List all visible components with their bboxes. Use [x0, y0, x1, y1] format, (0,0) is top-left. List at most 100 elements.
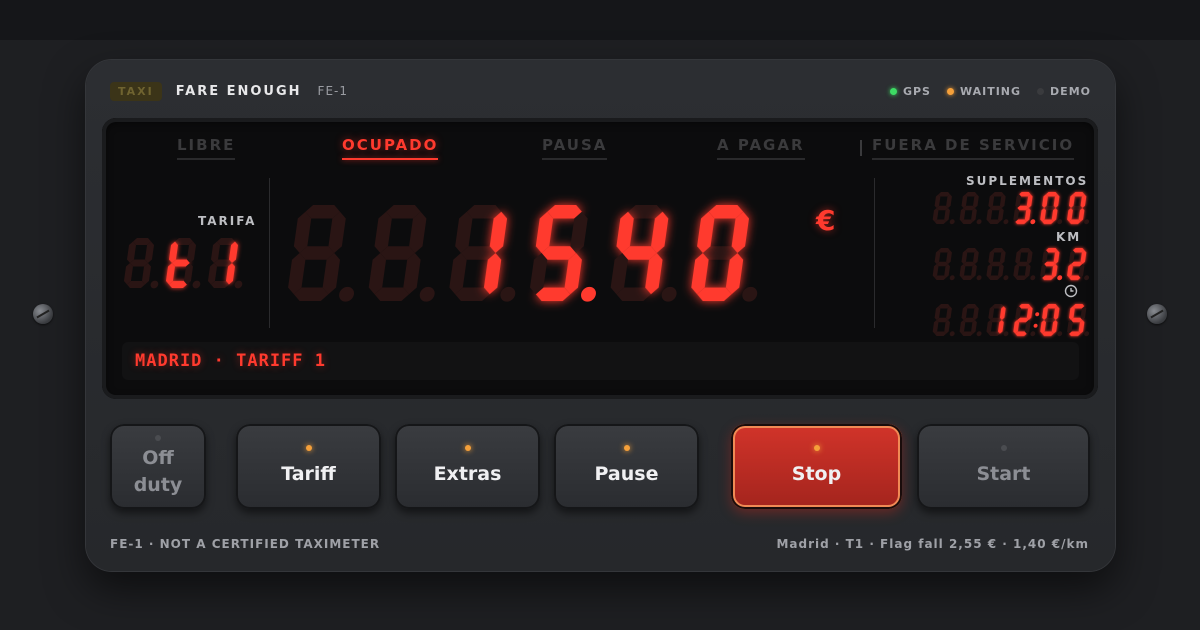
time-display-digit: [1040, 304, 1063, 337]
decimal-point: [500, 286, 516, 302]
off-duty-button[interactable]: Off duty: [110, 424, 206, 509]
button-label: Extras: [433, 463, 502, 485]
divider-right: [874, 178, 875, 328]
fare-display-digit: [368, 205, 435, 302]
status-label: DEMO: [1050, 84, 1091, 98]
supplements-label: SUPLEMENTOS: [966, 174, 1089, 188]
decimal-point: [661, 286, 677, 302]
km-label: KM: [1056, 230, 1082, 244]
km-display-digit: [986, 248, 1009, 281]
colon-dot: [1035, 312, 1040, 317]
tariff-led: [305, 445, 312, 451]
decimal-point: [1003, 275, 1009, 281]
decimal-point: [581, 286, 596, 302]
supplements-display-digit: [1013, 192, 1036, 225]
status-demo: DEMO: [1037, 85, 1091, 98]
model-name: FE-1: [317, 84, 348, 98]
status-label: GPS: [902, 84, 931, 98]
stop-led: [813, 445, 820, 451]
supplements-display: [932, 192, 1090, 225]
decimal-point: [1084, 219, 1090, 225]
extras-led: [464, 445, 471, 451]
gps-dot: [889, 87, 897, 95]
km-display-digit: [1067, 248, 1090, 281]
device-header: TAXI FARE ENOUGH FE-1 GPS WAITING DEMO: [110, 80, 1091, 102]
decimal-point: [976, 219, 982, 225]
decimal-point: [339, 286, 355, 302]
decimal-point: [234, 280, 243, 289]
tariff-label: TARIFA: [198, 214, 257, 228]
tariff-display-digit: [207, 238, 243, 289]
km-display-digit: [1013, 248, 1036, 281]
decimal-point: [949, 219, 955, 225]
tab-ocupado[interactable]: OCUPADO: [342, 136, 439, 160]
state-tabs: LIBRE OCUPADO PAUSA A PAGAR FUERA DE SER…: [102, 136, 1098, 166]
status-indicators: GPS WAITING DEMO: [889, 84, 1091, 98]
decimal-point: [1057, 331, 1063, 337]
brand-name: FARE ENOUGH: [175, 83, 302, 99]
currency-symbol: €: [816, 204, 836, 237]
time-display: [932, 304, 1090, 337]
fare-display-digit: [288, 205, 355, 302]
fare-display: [288, 205, 758, 302]
off-duty-led: [155, 434, 161, 441]
button-label: Off duty: [133, 446, 183, 496]
time-display-digit: [932, 304, 955, 337]
waiting-dot: [946, 87, 954, 95]
colon-dot: [1033, 323, 1038, 328]
right-screw: [1147, 304, 1167, 324]
km-display-digit: [932, 248, 955, 281]
tariff-button[interactable]: Tariff: [236, 424, 381, 509]
tariff-display-digit: [165, 238, 201, 289]
fare-display-digit: [691, 205, 758, 302]
button-label: Tariff: [281, 463, 336, 485]
footer-tariff-info: Madrid · T1 · Flag fall 2,55 € · 1,40 €/…: [776, 537, 1089, 551]
decimal-point: [1003, 219, 1009, 225]
demo-dot: [1037, 87, 1045, 95]
tab-libre[interactable]: LIBRE: [177, 136, 236, 160]
time-display-digit: [959, 304, 982, 337]
taximeter-device: TAXI FARE ENOUGH FE-1 GPS WAITING DEMO L…: [86, 60, 1115, 571]
km-display: [932, 248, 1090, 281]
decimal-point: [1003, 331, 1009, 337]
decimal-point: [1030, 331, 1036, 337]
start-button[interactable]: Start: [917, 424, 1090, 509]
decimal-point: [1030, 275, 1036, 281]
decimal-point: [150, 280, 159, 289]
tab-a-pagar[interactable]: A PAGAR: [717, 136, 805, 160]
tab-pausa[interactable]: PAUSA: [542, 136, 608, 160]
tab-fuera-de-servicio[interactable]: FUERA DE SERVICIO: [872, 136, 1075, 160]
decimal-point: [1030, 219, 1036, 225]
ticker-bar: MADRID · TARIFF 1: [122, 342, 1079, 380]
time-display-digit: [986, 304, 1009, 337]
supplements-display-digit: [1067, 192, 1090, 225]
button-label: Stop: [791, 463, 842, 485]
clock-icon: [1064, 284, 1078, 298]
supplements-display-digit: [932, 192, 955, 225]
km-display-digit: [1040, 248, 1063, 281]
decimal-point: [949, 331, 955, 337]
footer-disclaimer: FE-1 · NOT A CERTIFIED TAXIMETER: [110, 537, 381, 551]
extras-button[interactable]: Extras: [395, 424, 540, 509]
status-waiting: WAITING: [946, 85, 1021, 98]
tab-separator: [860, 140, 862, 156]
stop-button[interactable]: Stop: [731, 424, 902, 509]
decimal-point: [192, 280, 201, 289]
pause-button[interactable]: Pause: [554, 424, 699, 509]
button-label: Start: [976, 463, 1031, 485]
supplements-display-digit: [986, 192, 1009, 225]
decimal-point: [976, 275, 982, 281]
decimal-point: [742, 286, 758, 302]
fare-display-digit: [529, 205, 596, 302]
time-display-digit: [1013, 304, 1040, 337]
divider-left: [269, 178, 270, 328]
supplements-display-digit: [959, 192, 982, 225]
decimal-point: [419, 286, 435, 302]
top-bar: [0, 0, 1200, 40]
status-gps: GPS: [889, 84, 931, 98]
tariff-display: [123, 238, 243, 289]
decimal-point: [1084, 275, 1090, 281]
left-screw: [33, 304, 53, 324]
fare-display-digit: [610, 205, 677, 302]
button-label: Pause: [594, 463, 659, 485]
